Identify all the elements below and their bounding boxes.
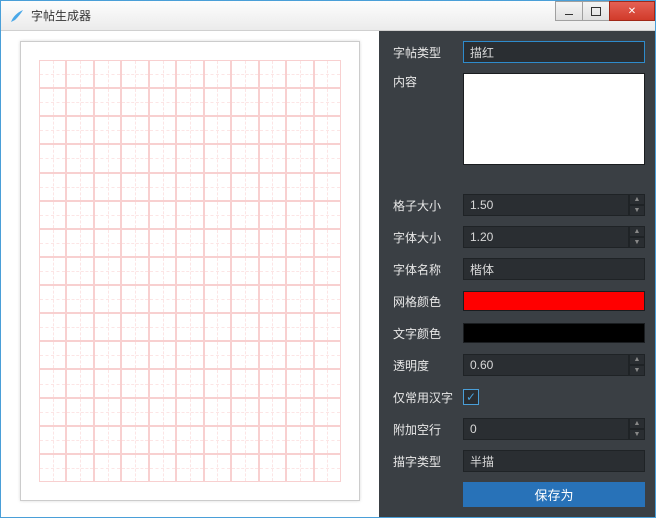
row-content: 内容 — [393, 73, 645, 165]
common-only-label: 仅常用汉字 — [393, 389, 463, 406]
app-window: 字帖生成器 字帖类型 描红 内容 — [0, 0, 656, 518]
opacity-label: 透明度 — [393, 357, 463, 374]
font-name-label: 字体名称 — [393, 261, 463, 278]
content-label: 内容 — [393, 73, 463, 90]
type-select[interactable]: 描红 — [463, 41, 645, 63]
opacity-down[interactable]: ▼ — [629, 365, 645, 376]
grid-size-label: 格子大小 — [393, 197, 463, 214]
app-icon — [9, 8, 25, 24]
close-button[interactable] — [609, 1, 655, 21]
row-font-size: 字体大小 1.20 ▲ ▼ — [393, 226, 645, 248]
font-size-up[interactable]: ▲ — [629, 226, 645, 237]
titlebar[interactable]: 字帖生成器 — [1, 1, 655, 31]
grid-size-up[interactable]: ▲ — [629, 194, 645, 205]
font-size-label: 字体大小 — [393, 229, 463, 246]
save-button[interactable]: 保存为 — [463, 482, 645, 507]
row-grid-color: 网格颜色 — [393, 290, 645, 312]
content-textarea[interactable] — [463, 73, 645, 165]
row-text-color: 文字颜色 — [393, 322, 645, 344]
settings-panel: 字帖类型 描红 内容 格子大小 1.50 ▲ — [379, 31, 655, 517]
maximize-button[interactable] — [582, 1, 610, 21]
row-font-name: 字体名称 楷体 — [393, 258, 645, 280]
blank-lines-down[interactable]: ▼ — [629, 429, 645, 440]
copybook-preview — [20, 41, 360, 501]
row-blank-lines: 附加空行 0 ▲ ▼ — [393, 418, 645, 440]
blank-lines-label: 附加空行 — [393, 421, 463, 438]
window-title: 字帖生成器 — [31, 7, 556, 24]
practice-grid — [39, 60, 341, 482]
row-grid-size: 格子大小 1.50 ▲ ▼ — [393, 194, 645, 216]
common-only-checkbox[interactable]: ✓ — [463, 389, 479, 405]
font-size-input[interactable]: 1.20 — [463, 226, 629, 248]
opacity-up[interactable]: ▲ — [629, 354, 645, 365]
row-opacity: 透明度 0.60 ▲ ▼ — [393, 354, 645, 376]
grid-size-down[interactable]: ▼ — [629, 205, 645, 216]
opacity-input[interactable]: 0.60 — [463, 354, 629, 376]
row-type: 字帖类型 描红 — [393, 41, 645, 63]
trace-type-label: 描字类型 — [393, 453, 463, 470]
text-color-picker[interactable] — [463, 323, 645, 343]
preview-pane — [1, 31, 379, 517]
grid-size-input[interactable]: 1.50 — [463, 194, 629, 216]
font-size-down[interactable]: ▼ — [629, 237, 645, 248]
row-common-only: 仅常用汉字 ✓ — [393, 386, 645, 408]
blank-lines-input[interactable]: 0 — [463, 418, 629, 440]
trace-type-select[interactable]: 半描 — [463, 450, 645, 472]
text-color-label: 文字颜色 — [393, 325, 463, 342]
type-label: 字帖类型 — [393, 44, 463, 61]
row-trace-type: 描字类型 半描 — [393, 450, 645, 472]
font-name-select[interactable]: 楷体 — [463, 258, 645, 280]
content-area: 字帖类型 描红 内容 格子大小 1.50 ▲ — [1, 31, 655, 517]
window-controls — [556, 1, 655, 21]
blank-lines-up[interactable]: ▲ — [629, 418, 645, 429]
minimize-button[interactable] — [555, 1, 583, 21]
grid-color-picker[interactable] — [463, 291, 645, 311]
grid-color-label: 网格颜色 — [393, 293, 463, 310]
